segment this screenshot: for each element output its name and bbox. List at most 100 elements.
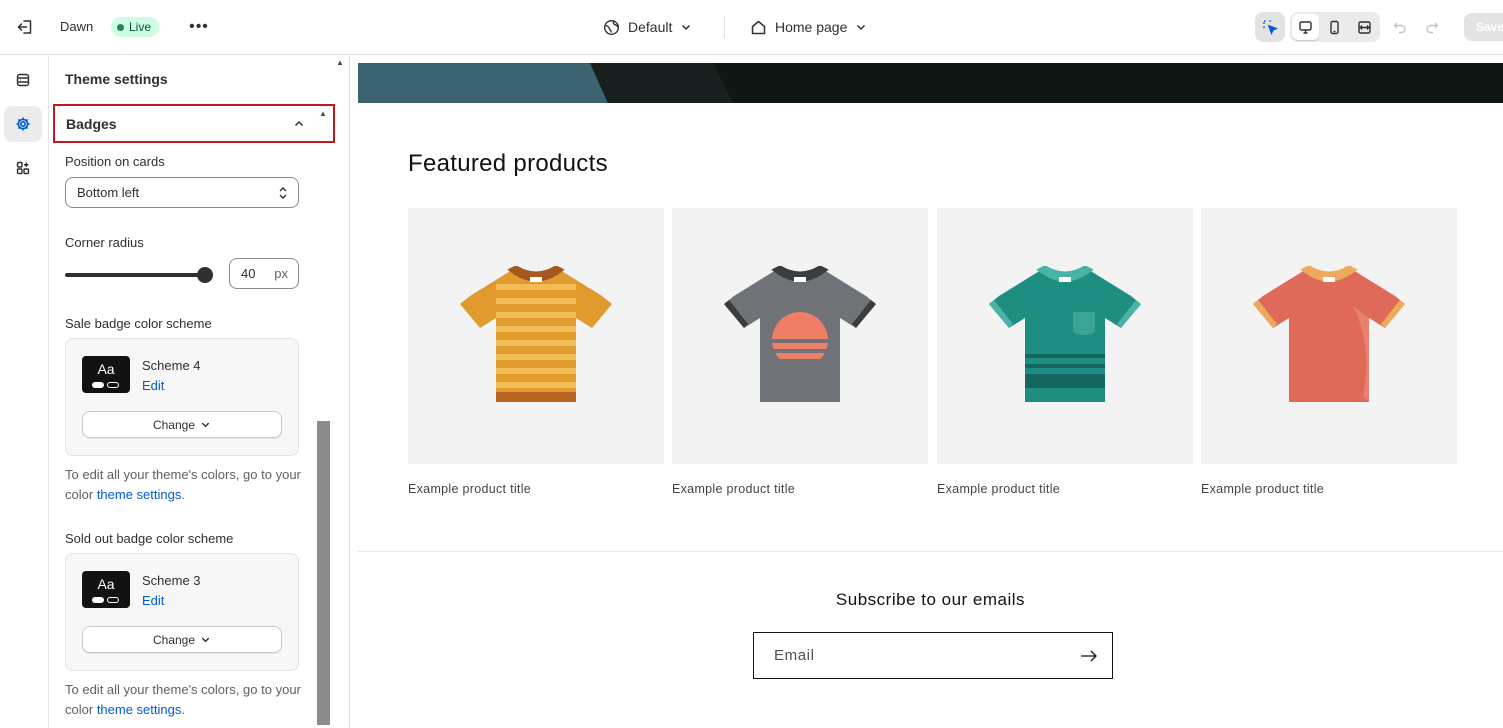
theme-settings-nav-button[interactable]	[4, 106, 42, 142]
gear-icon	[16, 117, 30, 131]
editor-topbar: Dawn Live ••• Default Home page Save	[0, 0, 1503, 55]
position-label: Position on cards	[65, 154, 165, 169]
live-badge-label: Live	[129, 20, 152, 34]
color-help-text: To edit all your theme's colors, go to y…	[65, 680, 305, 720]
change-scheme-button[interactable]: Change	[82, 626, 282, 653]
product-card[interactable]: Example product title	[1201, 208, 1457, 496]
panel-title: Theme settings	[65, 71, 168, 87]
scheme-edit-link[interactable]: Edit	[142, 593, 164, 608]
chevron-down-icon	[201, 637, 210, 643]
apps-icon	[16, 161, 30, 175]
expand-icon	[1358, 20, 1371, 34]
theme-name: Dawn	[60, 19, 94, 34]
change-label: Change	[152, 632, 196, 647]
preset-selector[interactable]: Default	[603, 16, 692, 38]
tshirt-icon	[460, 266, 612, 402]
scheme-swatch: Aa	[82, 356, 130, 393]
page-label: Home page	[775, 19, 848, 35]
product-image[interactable]	[672, 208, 928, 464]
tshirt-icon	[1253, 266, 1405, 402]
hero-banner-image	[358, 63, 1503, 103]
featured-products-title: Featured products	[408, 150, 608, 177]
desktop-icon	[1299, 20, 1312, 34]
newsletter-title: Subscribe to our emails	[835, 590, 1026, 609]
chevron-up-icon	[294, 120, 304, 126]
panel-scrollbar[interactable]	[317, 421, 330, 725]
help-text-suffix: .	[181, 702, 185, 717]
product-card[interactable]: Example product title	[672, 208, 928, 496]
page-selector[interactable]: Home page	[750, 16, 867, 38]
product-title[interactable]: Example product title	[937, 482, 1193, 496]
select-arrows-icon	[279, 186, 287, 199]
email-placeholder: Email	[774, 647, 815, 664]
product-image[interactable]	[937, 208, 1193, 464]
storefront-preview: Featured products Example product title	[358, 63, 1503, 728]
product-image[interactable]	[408, 208, 664, 464]
position-value: Bottom left	[77, 185, 140, 200]
slider-thumb[interactable]	[197, 267, 213, 283]
save-button[interactable]: Save	[1464, 13, 1503, 41]
product-title[interactable]: Example product title	[1201, 482, 1457, 496]
theme-settings-link[interactable]: theme settings	[97, 487, 182, 502]
help-text-suffix: .	[181, 487, 185, 502]
position-select[interactable]: Bottom left	[65, 177, 299, 208]
preset-label: Default	[628, 19, 673, 35]
undo-icon[interactable]	[1390, 17, 1410, 37]
inspector-toggle-button[interactable]	[1255, 12, 1285, 42]
topbar-divider	[724, 16, 725, 38]
scroll-up-icon[interactable]: ▲	[336, 58, 344, 67]
product-card[interactable]: Example product title	[937, 208, 1193, 496]
soldout-scheme-card: Aa Scheme 3 Edit Change	[65, 553, 299, 671]
panel-divider	[349, 56, 350, 728]
corner-radius-input[interactable]: 40 px	[229, 258, 299, 289]
mobile-view-button[interactable]	[1321, 14, 1348, 40]
scheme-name: Scheme 3	[142, 573, 201, 588]
live-dot-icon	[117, 23, 124, 31]
corner-radius-slider[interactable]	[65, 266, 215, 284]
tshirt-icon	[724, 266, 876, 402]
chevron-down-icon	[857, 24, 866, 31]
scheme-swatch: Aa	[82, 571, 130, 608]
sections-nav-button[interactable]	[4, 62, 42, 98]
swatch-text: Aa	[97, 576, 115, 592]
exit-icon[interactable]	[12, 14, 38, 40]
chevron-down-icon	[201, 422, 210, 428]
theme-settings-link[interactable]: theme settings	[97, 702, 182, 717]
section-scroll-up-icon[interactable]: ▲	[319, 109, 327, 118]
section-divider	[358, 551, 1503, 552]
fullwidth-view-button[interactable]	[1351, 14, 1378, 40]
redo-icon[interactable]	[1422, 17, 1442, 37]
product-title[interactable]: Example product title	[672, 482, 928, 496]
product-card[interactable]: Example product title	[408, 208, 664, 496]
swatch-pill	[92, 382, 104, 388]
swatch-pill-outline	[107, 382, 119, 388]
scheme-name: Scheme 4	[142, 358, 201, 373]
arrow-right-icon[interactable]	[1080, 649, 1098, 663]
soldout-badge-label: Sold out badge color scheme	[65, 531, 234, 546]
newsletter-email-input[interactable]: Email	[753, 632, 1113, 679]
product-image[interactable]	[1201, 208, 1457, 464]
badges-section-header[interactable]: Badges	[53, 104, 335, 143]
swatch-text: Aa	[97, 361, 115, 377]
settings-panel: Theme settings ▲ Badges ▲ Position on ca…	[50, 56, 349, 728]
apps-nav-button[interactable]	[4, 150, 42, 186]
color-help-text: To edit all your theme's colors, go to y…	[65, 465, 305, 505]
change-scheme-button[interactable]: Change	[82, 411, 282, 438]
tshirt-icon	[989, 266, 1141, 402]
corner-radius-unit: px	[274, 266, 288, 281]
editor-nav-rail	[0, 56, 49, 728]
section-title: Badges	[66, 115, 117, 132]
sale-scheme-card: Aa Scheme 4 Edit Change	[65, 338, 299, 456]
corner-radius-value: 40	[241, 266, 256, 281]
chevron-down-icon	[682, 24, 691, 31]
device-switcher	[1290, 12, 1380, 42]
globe-icon	[603, 19, 620, 35]
scheme-edit-link[interactable]: Edit	[142, 378, 164, 393]
product-title[interactable]: Example product title	[408, 482, 664, 496]
swatch-pill-outline	[107, 597, 119, 603]
desktop-view-button[interactable]	[1292, 14, 1320, 40]
corner-radius-label: Corner radius	[65, 235, 144, 250]
home-icon	[751, 20, 766, 34]
more-actions-button[interactable]: •••	[187, 16, 211, 38]
select-cursor-icon	[1263, 20, 1278, 35]
